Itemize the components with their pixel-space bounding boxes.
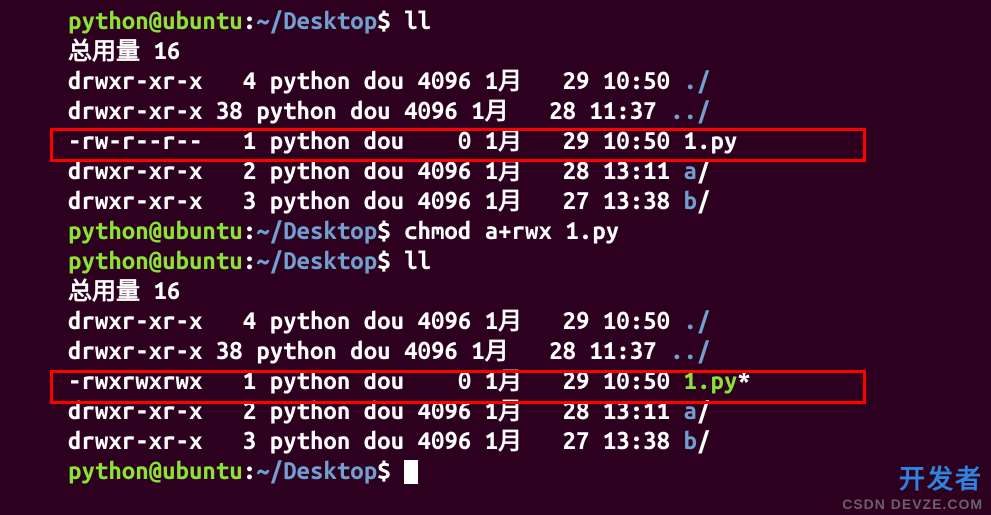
ls-row: drwxr-xr-x 3 python dou 4096 1月 27 13:38… [0,426,991,456]
ls-row: drwxr-xr-x 3 python dou 4096 1月 27 13:38… [0,186,991,216]
cwd-path: ~/Desktop [256,7,377,34]
prompt-line-3[interactable]: python@ubuntu:~/Desktop$ ll [0,246,991,276]
dir-name: ../ [670,97,710,124]
watermark-subtitle: CSDN DEVZE.COM [842,496,983,514]
ls-row: drwxr-xr-x 4 python dou 4096 1月 29 10:50… [0,66,991,96]
file-name: 1.py [684,127,738,154]
terminal-output: python@ubuntu:~/Desktop$ ll 总用量 16 drwxr… [0,6,991,486]
ls-row-highlighted-1: -rw-r--r-- 1 python dou 0 1月 29 10:50 1.… [0,126,991,156]
exec-file-name: 1.py [684,367,738,394]
ls-row: drwxr-xr-x 38 python dou 4096 1月 28 11:3… [0,96,991,126]
dir-name: a [684,397,697,424]
prompt-line-1[interactable]: python@ubuntu:~/Desktop$ ll [0,6,991,36]
dir-name: ../ [670,337,710,364]
total-line-1: 总用量 16 [0,36,991,66]
dir-name: b [684,427,697,454]
command-ll-2: ll [404,247,431,274]
command-chmod: chmod a+rwx 1.py [404,217,619,244]
command-ll-1: ll [404,7,431,34]
ls-row: drwxr-xr-x 4 python dou 4096 1月 29 10:50… [0,306,991,336]
prompt-line-2[interactable]: python@ubuntu:~/Desktop$ chmod a+rwx 1.p… [0,216,991,246]
user-host: python@ubuntu [68,7,243,34]
dir-name: a [684,157,697,184]
total-line-2: 总用量 16 [0,276,991,306]
ls-row: drwxr-xr-x 2 python dou 4096 1月 28 13:11… [0,396,991,426]
dir-name: b [684,187,697,214]
ls-row: drwxr-xr-x 38 python dou 4096 1月 28 11:3… [0,336,991,366]
cursor-icon [404,460,418,484]
ls-row-highlighted-2: -rwxrwxrwx 1 python dou 0 1月 29 10:50 1.… [0,366,991,396]
ls-row: drwxr-xr-x 2 python dou 4096 1月 28 13:11… [0,156,991,186]
dir-name: ./ [684,307,711,334]
prompt-line-active[interactable]: python@ubuntu:~/Desktop$ [0,456,991,486]
dir-name: ./ [684,67,711,94]
